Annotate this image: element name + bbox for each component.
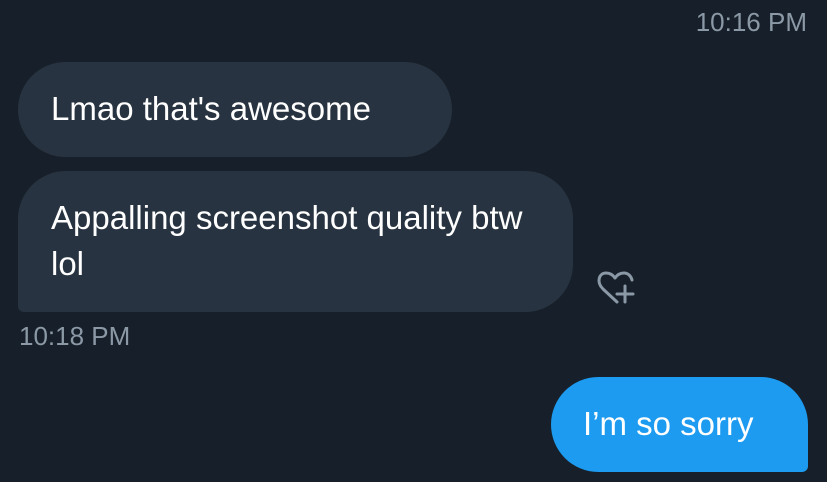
add-reaction-button[interactable] [594, 268, 638, 308]
received-message-bubble[interactable]: Appalling screenshot quality btw lol [18, 171, 573, 312]
message-text: Appalling screenshot quality btw lol [51, 199, 523, 282]
message-text: Lmao that's awesome [51, 90, 371, 127]
message-text: I’m so sorry [583, 405, 754, 442]
timestamp-top: 10:16 PM [695, 7, 807, 37]
timestamp-middle: 10:18 PM [19, 321, 131, 351]
heart-plus-icon [597, 271, 635, 304]
received-message-bubble[interactable]: Lmao that's awesome [18, 62, 452, 157]
sent-message-bubble[interactable]: I’m so sorry [551, 377, 808, 472]
